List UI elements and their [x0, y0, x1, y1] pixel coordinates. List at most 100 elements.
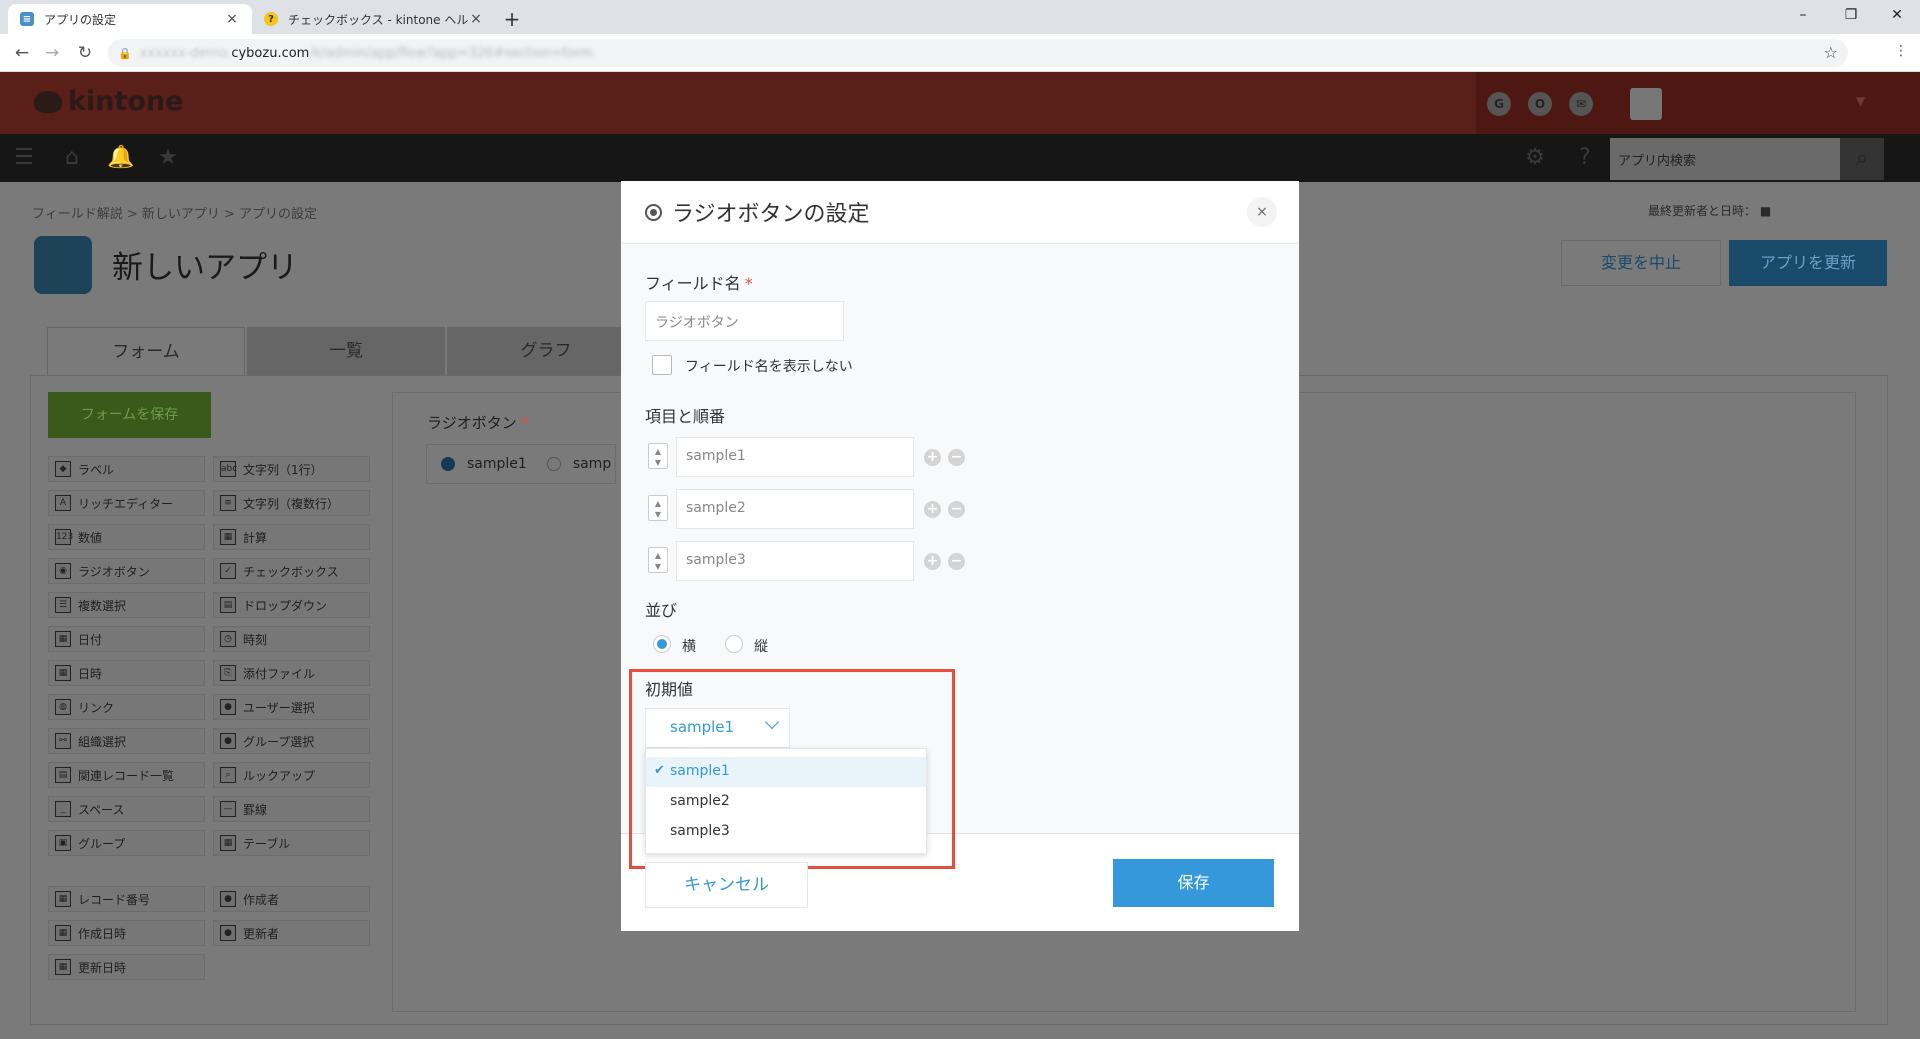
hide-field-name-label: フィールド名を表示しない: [685, 359, 853, 375]
app-search-input[interactable]: アプリ内検索: [1610, 138, 1840, 180]
palette-item[interactable]: ▦ 計算: [213, 524, 370, 550]
forward-arrow-icon[interactable]: →: [38, 39, 66, 67]
palette-item[interactable]: _ スペース: [48, 796, 205, 822]
reorder-handle[interactable]: ▲ ▼: [648, 443, 668, 469]
field-type-icon: ▦: [55, 925, 71, 941]
item-input[interactable]: sample2: [676, 489, 914, 529]
field-type-icon: —: [220, 801, 236, 817]
url-host: cybozu.com: [231, 45, 310, 61]
palette-item[interactable]: ☰ 複数選択: [48, 592, 205, 618]
browser-menu-icon[interactable]: ⋮: [1894, 43, 1908, 59]
palette-item[interactable]: ◍ リンク: [48, 694, 205, 720]
menu-icon[interactable]: ☰: [11, 146, 37, 170]
app-icon: [34, 236, 92, 294]
palette-item[interactable]: ◷ 時刻: [213, 626, 370, 652]
palette-item-label: ドロップダウン: [243, 598, 328, 613]
palette-item[interactable]: ⎘ 添付ファイル: [213, 660, 370, 686]
back-arrow-icon[interactable]: ←: [8, 39, 36, 67]
palette-item[interactable]: ▦ 更新日時: [48, 954, 205, 980]
cancel-button[interactable]: キャンセル: [645, 862, 808, 908]
star-icon[interactable]: ★: [155, 146, 181, 170]
new-tab-button[interactable]: +: [498, 5, 526, 33]
bell-icon[interactable]: 🔔: [107, 146, 134, 170]
palette-item[interactable]: abc 文字列（1行）: [213, 456, 370, 482]
palette-item[interactable]: ▦ レコード番号: [48, 886, 205, 912]
palette-item[interactable]: ✓ チェックボックス: [213, 558, 370, 584]
palette-item[interactable]: ⚯ 組織選択: [48, 728, 205, 754]
field-type-icon: abc: [220, 461, 237, 477]
browser-toolbar: ← → ↻ 🔒 xxxxxx-demo. cybozu.com/k/admin/a…: [0, 34, 1920, 72]
palette-item[interactable]: ≡ 文字列（複数行）: [213, 490, 370, 516]
palette-item[interactable]: 123 数値: [48, 524, 205, 550]
field-name-label: フィールド名 *: [645, 270, 753, 294]
office-icon[interactable]: O: [1528, 92, 1552, 116]
field-type-icon: ⚯: [55, 733, 71, 749]
hide-field-name-checkbox[interactable]: [652, 355, 672, 375]
palette-item[interactable]: ▤ 関連レコード一覧: [48, 762, 205, 788]
palette-item[interactable]: ▦ 日時: [48, 660, 205, 686]
home-icon[interactable]: ⌂: [59, 146, 85, 170]
cloud-logo-icon: [34, 90, 62, 113]
address-bar[interactable]: 🔒 xxxxxx-demo. cybozu.com/k/admin/app/flo…: [108, 39, 1848, 67]
layout-vertical-radio[interactable]: [725, 635, 743, 653]
mail-icon[interactable]: ✉: [1569, 92, 1593, 116]
tab-close-icon[interactable]: ×: [468, 11, 484, 27]
reorder-handle[interactable]: ▲ ▼: [648, 547, 668, 573]
tab-form[interactable]: フォーム: [47, 327, 245, 375]
close-window-button[interactable]: ✕: [1874, 0, 1920, 30]
palette-item[interactable]: ● グループ選択: [213, 728, 370, 754]
cancel-changes-button[interactable]: 変更を中止: [1561, 240, 1721, 286]
palette-item[interactable]: ⌕ ルックアップ: [213, 762, 370, 788]
palette-item[interactable]: A リッチエディター: [48, 490, 205, 516]
item-input[interactable]: sample1: [676, 437, 914, 477]
close-icon[interactable]: ×: [1247, 197, 1277, 227]
palette-item[interactable]: ▦ テーブル: [213, 830, 370, 856]
save-form-button[interactable]: フォームを保存: [48, 392, 211, 438]
palette-item[interactable]: ◉ ラジオボタン: [48, 558, 205, 584]
bookmark-star-icon[interactable]: ☆: [1824, 43, 1838, 62]
tab-close-icon[interactable]: ×: [224, 11, 240, 27]
reload-icon[interactable]: ↻: [71, 39, 99, 67]
required-mark: *: [520, 414, 529, 432]
tab-list[interactable]: 一覧: [247, 327, 445, 375]
browser-tab-app-settings[interactable]: ≡ アプリの設定 ×: [8, 4, 252, 34]
remove-item-icon[interactable]: −: [948, 501, 965, 518]
remove-item-icon[interactable]: −: [948, 449, 965, 466]
field-name-input[interactable]: ラジオボタン: [645, 301, 844, 341]
help-icon[interactable]: ?: [1572, 146, 1598, 170]
layout-horizontal-radio[interactable]: [653, 635, 671, 653]
palette-item[interactable]: ● 更新者: [213, 920, 370, 946]
palette-item[interactable]: ▦ 日付: [48, 626, 205, 652]
save-button[interactable]: 保存: [1113, 859, 1274, 907]
garoon-icon[interactable]: G: [1487, 92, 1511, 116]
browser-tab-help[interactable]: ? チェックボックス - kintone ヘルプ ×: [252, 4, 496, 34]
field-type-icon: ◉: [55, 563, 71, 579]
minimize-button[interactable]: –: [1780, 0, 1826, 30]
palette-item[interactable]: ● ユーザー選択: [213, 694, 370, 720]
palette-item[interactable]: ▦ 作成日時: [48, 920, 205, 946]
tab-title: チェックボックス - kintone ヘルプ: [288, 12, 468, 27]
remove-item-icon[interactable]: −: [948, 553, 965, 570]
search-icon[interactable]: ⌕: [1840, 138, 1884, 180]
gear-icon[interactable]: ⚙: [1522, 146, 1548, 170]
kintone-logo[interactable]: kintone: [34, 86, 183, 117]
reorder-handle[interactable]: ▲ ▼: [648, 495, 668, 521]
add-item-icon[interactable]: +: [924, 501, 941, 518]
dialog-title: ラジオボタンの設定: [672, 202, 870, 227]
field-type-icon: ▣: [55, 835, 71, 851]
palette-item-label: 日付: [78, 632, 103, 647]
palette-item[interactable]: — 罫線: [213, 796, 370, 822]
palette-item[interactable]: ▤ ドロップダウン: [213, 592, 370, 618]
restore-button[interactable]: ❐: [1828, 0, 1874, 30]
canvas-radio-field[interactable]: sample1 samp: [426, 444, 616, 484]
palette-item[interactable]: ▣ グループ: [48, 830, 205, 856]
user-avatar[interactable]: [1630, 88, 1662, 120]
update-app-button[interactable]: アプリを更新: [1729, 240, 1887, 286]
item-input[interactable]: sample3: [676, 541, 914, 581]
tab-graph[interactable]: グラフ: [447, 327, 645, 375]
add-item-icon[interactable]: +: [924, 553, 941, 570]
add-item-icon[interactable]: +: [924, 449, 941, 466]
chevron-down-icon[interactable]: ▼: [1856, 94, 1865, 108]
palette-item[interactable]: ◆ ラベル: [48, 456, 205, 482]
palette-item[interactable]: ● 作成者: [213, 886, 370, 912]
